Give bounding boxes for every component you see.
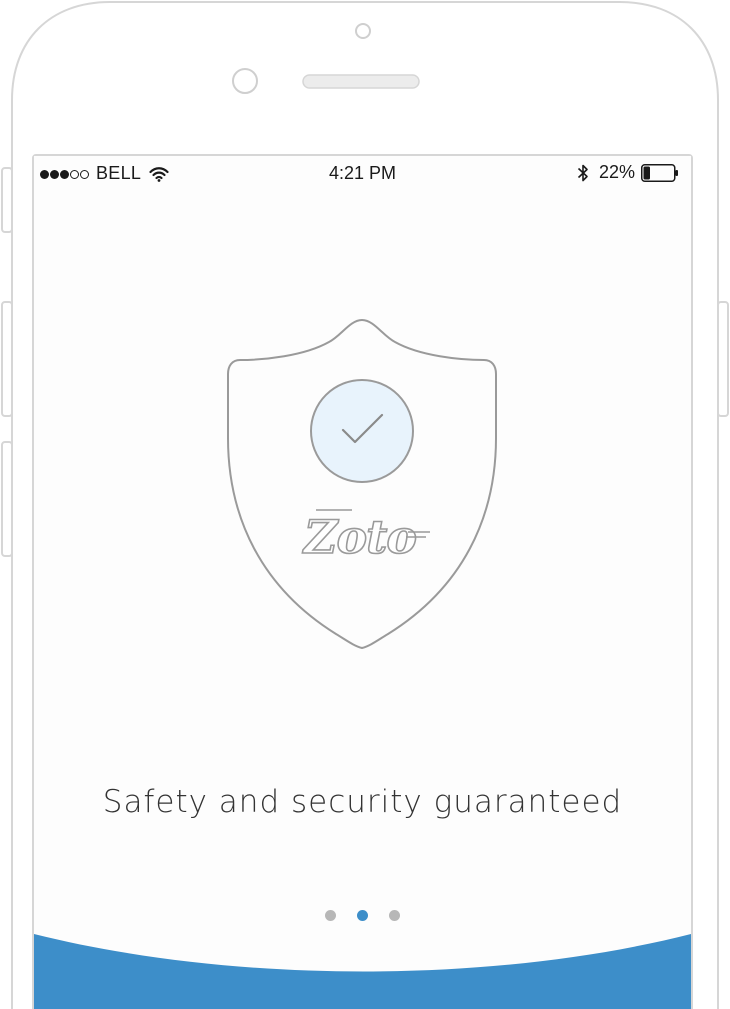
shield-illustration: Zoto — [227, 318, 497, 650]
onboarding-screen: BELL 4:21 PM 22% Zoto Safety and securit… — [0, 0, 730, 1009]
screen: BELL 4:21 PM 22% Zoto Safety and securit… — [34, 156, 691, 1009]
page-indicator[interactable] — [34, 910, 691, 921]
onboarding-tagline: Safety and security guaranteed — [102, 784, 623, 820]
mute-switch — [1, 441, 13, 557]
status-bar: BELL 4:21 PM 22% — [34, 156, 691, 188]
battery-icon — [641, 163, 678, 182]
bluetooth-icon — [577, 164, 588, 181]
battery-percentage: 22% — [598, 162, 635, 182]
battery-level-fill — [643, 166, 650, 179]
proximity-sensor — [355, 23, 371, 39]
volume-up-button — [1, 167, 13, 233]
bottom-accent-wave — [34, 934, 691, 1009]
speaker-grille — [302, 74, 420, 89]
page-dot-active[interactable] — [357, 910, 368, 921]
page-dot[interactable] — [325, 910, 336, 921]
check-circle — [310, 379, 414, 483]
zoto-logo: Zoto — [302, 510, 417, 564]
power-button — [717, 301, 729, 417]
front-camera — [232, 68, 258, 94]
volume-down-button — [1, 301, 13, 417]
shield-icon — [227, 318, 497, 650]
page-dot[interactable] — [389, 910, 400, 921]
